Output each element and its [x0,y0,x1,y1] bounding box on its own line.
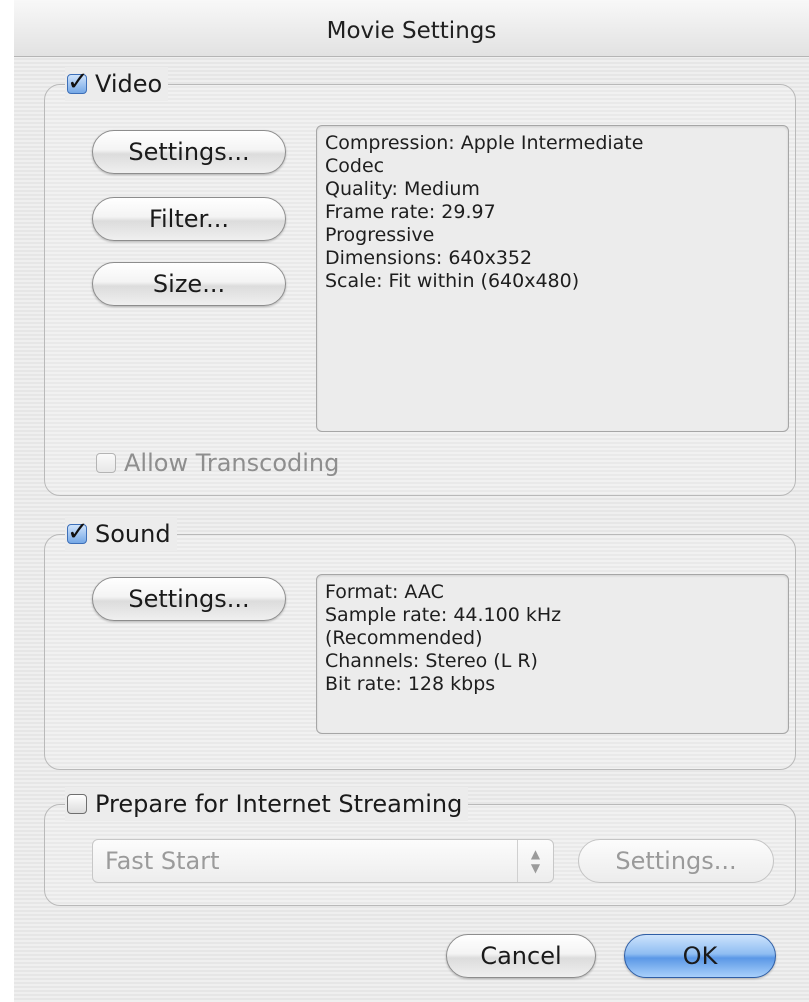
fast-start-popup-value: Fast Start [105,847,220,875]
ok-button[interactable]: OK [624,934,776,978]
dialog-title: Movie Settings [14,0,809,57]
sound-settings-button[interactable]: Settings... [92,577,286,621]
streaming-label: Prepare for Internet Streaming [95,790,463,818]
video-info-line: Scale: Fit within (640x480) [325,270,580,292]
cancel-button[interactable]: Cancel [446,934,596,978]
allow-transcoding-option[interactable]: Allow Transcoding [96,449,339,477]
sound-checkbox[interactable]: ✓ [67,517,89,547]
video-checkbox[interactable]: ✓ [67,67,89,97]
sound-info-box: Format: AAC Sample rate: 44.100 kHz (Rec… [316,574,789,734]
checkmark-icon: ✓ [67,517,89,547]
streaming-checkbox[interactable] [67,794,87,814]
sound-info-line: Format: AAC [325,581,444,603]
streaming-settings-button[interactable]: Settings... [578,839,774,883]
video-size-button[interactable]: Size... [92,262,286,306]
video-label: Video [95,70,163,98]
sound-info-line: Channels: Stereo (L R) [325,650,538,672]
video-info-line: Quality: Medium [325,178,480,200]
allow-transcoding-label: Allow Transcoding [124,449,340,477]
sound-info-line: (Recommended) [325,627,483,649]
allow-transcoding-checkbox[interactable] [96,453,116,473]
up-down-arrows-icon: ▲ ▼ [517,840,553,882]
video-info-line: Progressive [325,224,435,246]
background-window-edge [0,0,15,1002]
video-info-line: Codec [325,155,385,177]
fast-start-popup[interactable]: Fast Start ▲ ▼ [92,839,554,883]
movie-settings-dialog: Movie Settings ✓ Video Settings... Filte… [14,0,809,1002]
sound-info-line: Sample rate: 44.100 kHz [325,604,562,626]
video-info-line: Frame rate: 29.97 [325,201,496,223]
sound-info-line: Bit rate: 128 kbps [325,673,496,695]
video-legend: ✓ Video [65,67,169,101]
video-info-line: Compression: Apple Intermediate [325,132,644,154]
video-info-box: Compression: Apple Intermediate Codec Qu… [316,125,789,432]
checkmark-icon: ✓ [67,67,89,97]
video-info-line: Dimensions: 640x352 [325,247,533,269]
sound-label: Sound [95,520,171,548]
video-settings-button[interactable]: Settings... [92,130,286,174]
video-filter-button[interactable]: Filter... [92,197,286,241]
streaming-legend: Prepare for Internet Streaming [65,787,469,821]
sound-legend: ✓ Sound [65,517,177,551]
